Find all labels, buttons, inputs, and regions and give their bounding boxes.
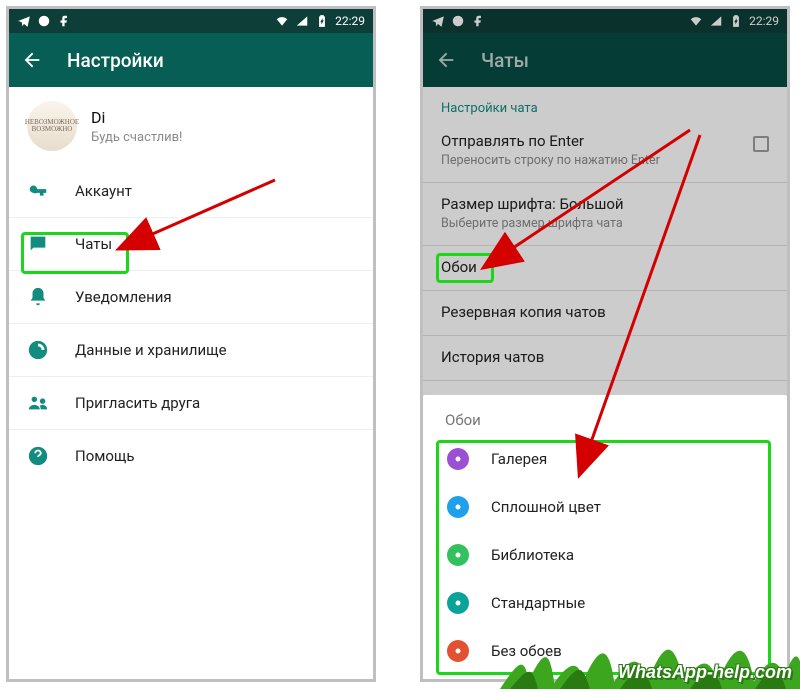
battery-charging-icon [729, 14, 743, 28]
wifi-icon [689, 14, 703, 28]
sheet-option-label: Библиотека [491, 546, 574, 564]
item-primary: Резервная копия чатов [441, 303, 769, 321]
settings-item-invite[interactable]: Пригласить друга [9, 376, 373, 429]
appbar-title: Настройки [67, 49, 164, 72]
sheet-option-icon [447, 496, 469, 518]
status-bar: 22:29 [9, 9, 373, 33]
sheet-option-icon [447, 448, 469, 470]
sheet-option-label: Галерея [491, 450, 547, 468]
profile-row[interactable]: НЕВОЗМОЖНОЕВОЗМОЖНО Di Будь счастлив! [9, 87, 373, 165]
chat-item-enter-send[interactable]: Отправлять по Enter Переносить строку по… [423, 120, 787, 183]
sheet-option-icon [447, 544, 469, 566]
telegram-icon [17, 14, 31, 28]
settings-label: Пригласить друга [75, 394, 200, 412]
chat-item-history[interactable]: История чатов [423, 336, 787, 381]
appbar: Настройки [9, 33, 373, 87]
settings-item-data[interactable]: Данные и хранилище [9, 323, 373, 376]
chat-item-wallpaper[interactable]: Обои [423, 246, 787, 291]
settings-label: Помощь [75, 447, 135, 465]
checkbox-unchecked[interactable] [753, 136, 769, 152]
settings-item-account[interactable]: Аккаунт [9, 165, 373, 217]
key-icon [27, 180, 49, 202]
item-primary: Обои [441, 258, 769, 276]
sheet-option-label: Сплошной цвет [491, 498, 601, 516]
sheet-option[interactable]: Библиотека [423, 531, 787, 579]
watermark-text: WhatsApp-help.com [618, 662, 792, 683]
wifi-icon [275, 14, 289, 28]
appbar: Чаты [423, 33, 787, 87]
signal-icon [709, 14, 723, 28]
battery-charging-icon [315, 14, 329, 28]
facebook-icon [57, 14, 71, 28]
settings-label: Уведомления [75, 288, 172, 306]
sheet-option-icon [447, 640, 469, 662]
settings-label: Аккаунт [75, 182, 132, 200]
sheet-option-icon [447, 592, 469, 614]
profile-status: Будь счастлив! [91, 130, 182, 145]
settings-item-chats[interactable]: Чаты [9, 217, 373, 270]
profile-name: Di [91, 108, 182, 127]
facebook-icon [471, 14, 485, 28]
settings-item-notifications[interactable]: Уведомления [9, 270, 373, 323]
settings-item-help[interactable]: Помощь [9, 429, 373, 482]
chat-item-font-size[interactable]: Размер шрифта: Большой Выберите размер ш… [423, 183, 787, 246]
status-time: 22:29 [749, 14, 779, 28]
sheet-title: Обои [423, 395, 787, 435]
uc-icon [37, 14, 51, 28]
status-time: 22:29 [335, 14, 365, 28]
chat-icon [27, 233, 49, 255]
appbar-title: Чаты [481, 49, 529, 72]
data-icon [27, 339, 49, 361]
item-secondary: Переносить строку по нажатию Enter [441, 153, 769, 168]
settings-label: Данные и хранилище [75, 341, 227, 359]
invite-icon [27, 392, 49, 414]
item-primary: Размер шрифта: Большой [441, 195, 769, 213]
signal-icon [295, 14, 309, 28]
sheet-option[interactable]: Галерея [423, 435, 787, 483]
item-primary: История чатов [441, 348, 769, 366]
sheet-option[interactable]: Сплошной цвет [423, 483, 787, 531]
bell-icon [27, 286, 49, 308]
help-icon [27, 445, 49, 467]
status-bar: 22:29 [423, 9, 787, 33]
back-arrow-icon[interactable] [21, 49, 43, 71]
phone-settings-screen: 22:29 Настройки НЕВОЗМОЖНОЕВОЗМОЖНО Di Б… [6, 6, 376, 682]
item-primary: Отправлять по Enter [441, 132, 769, 150]
section-title: Настройки чата [423, 87, 787, 120]
avatar: НЕВОЗМОЖНОЕВОЗМОЖНО [27, 101, 77, 151]
telegram-icon [431, 14, 445, 28]
item-secondary: Выберите размер шрифта чата [441, 216, 769, 231]
uc-icon [451, 14, 465, 28]
chat-item-backup[interactable]: Резервная копия чатов [423, 291, 787, 336]
settings-label: Чаты [75, 235, 112, 253]
back-arrow-icon[interactable] [435, 49, 457, 71]
phone-chats-screen: 22:29 Чаты Настройки чата Отправлять по … [420, 6, 790, 682]
